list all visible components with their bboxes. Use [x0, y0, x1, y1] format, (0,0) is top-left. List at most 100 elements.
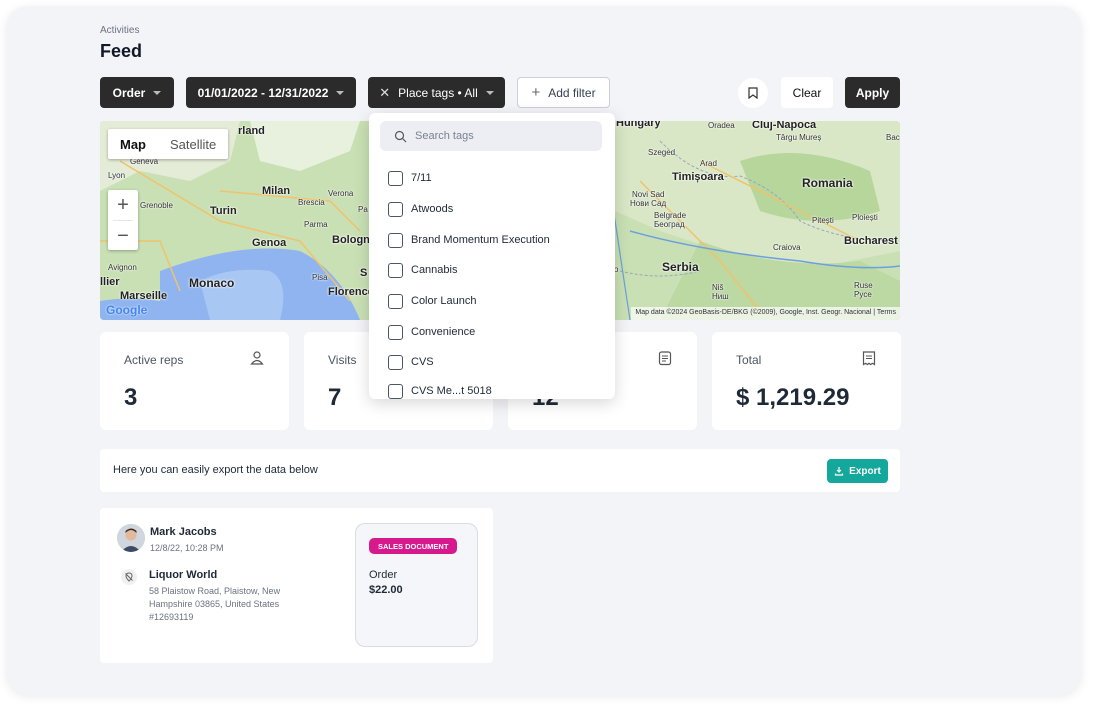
- map-label: Grenoble: [140, 201, 173, 210]
- zoom-out-button[interactable]: −: [108, 221, 138, 251]
- tag-option-label: Cannabis: [411, 264, 458, 276]
- place-tags-dropdown[interactable]: ✕ Place tags • All: [368, 77, 505, 108]
- map-type-map-button[interactable]: Map: [108, 129, 158, 159]
- stat-label: Active reps: [124, 353, 184, 367]
- stat-value: 7: [328, 384, 342, 411]
- tag-option-label: Atwoods: [411, 203, 454, 215]
- tag-option[interactable]: Brand Momentum Execution: [388, 230, 550, 250]
- map-label: Pyce: [854, 290, 872, 299]
- export-description: Here you can easily export the data belo…: [113, 464, 318, 476]
- tag-search-placeholder: Search tags: [415, 130, 474, 142]
- breadcrumb[interactable]: Activities: [100, 25, 139, 36]
- map-label: Florence: [328, 286, 374, 298]
- export-bar: Here you can easily export the data belo…: [100, 449, 900, 492]
- map-label: Timișoara: [672, 171, 724, 183]
- map-label: Београд: [654, 220, 685, 229]
- map-label: Hungary: [616, 121, 661, 129]
- map-label: Pa: [358, 205, 368, 214]
- checkbox[interactable]: [388, 354, 403, 370]
- tag-option[interactable]: Color Launch: [388, 291, 476, 311]
- map-label: Serbia: [662, 260, 699, 274]
- tag-option[interactable]: Cannabis: [388, 260, 457, 280]
- tag-option-label: Color Launch: [411, 295, 477, 307]
- zoom-in-button[interactable]: +: [108, 190, 138, 220]
- map-label: Belgrade: [654, 211, 687, 220]
- receipt-icon: [862, 351, 876, 366]
- map-label: Avignon: [108, 263, 137, 272]
- place-tags-menu: Search tags 7/11 Atwoods Brand Momentum …: [369, 113, 615, 399]
- map-label: Bac: [886, 133, 900, 142]
- map-label: Нови Сад: [630, 199, 667, 208]
- plus-icon: +: [531, 84, 541, 101]
- tag-option[interactable]: CVS Me...t 5018: [388, 381, 492, 399]
- place-name[interactable]: Liquor World: [149, 569, 217, 581]
- tag-search-input[interactable]: Search tags: [380, 121, 602, 151]
- map-label: Novi Sad: [632, 190, 665, 199]
- tag-option-label: 7/11: [411, 172, 432, 184]
- stat-value: 3: [124, 384, 138, 411]
- page-title: Feed: [100, 41, 143, 61]
- close-icon[interactable]: ✕: [379, 85, 390, 101]
- map-label: Romania: [802, 176, 853, 190]
- checkbox[interactable]: [388, 170, 403, 186]
- map-label: Arad: [700, 159, 717, 168]
- map-label: Oradea: [708, 121, 735, 130]
- download-icon: [835, 467, 844, 476]
- stat-card-total: Total $ 1,219.29: [712, 332, 901, 430]
- checkbox[interactable]: [388, 324, 403, 340]
- map-label: Craiova: [773, 243, 801, 252]
- date-range-dropdown[interactable]: 01/01/2022 - 12/31/2022: [186, 77, 356, 108]
- clipboard-icon: [658, 351, 672, 366]
- map-label: Monaco: [189, 276, 235, 290]
- tag-option-label: CVS: [411, 356, 434, 368]
- checkbox[interactable]: [388, 232, 403, 248]
- place-tags-label: Place tags • All: [398, 85, 478, 100]
- tag-option[interactable]: 7/11: [388, 168, 432, 188]
- tag-option[interactable]: CVS: [388, 352, 434, 372]
- map-type-satellite-button[interactable]: Satellite: [158, 129, 228, 159]
- tag-option-label: CVS Me...t 5018: [411, 385, 492, 397]
- document-type: Order: [369, 569, 398, 581]
- map-type-control: Map Satellite: [108, 129, 229, 159]
- place-address: 58 Plaistow Road, Plaistow, New Hampshir…: [149, 586, 281, 609]
- map-label: Niš: [712, 283, 724, 292]
- place-reference: #12693119: [149, 612, 194, 622]
- map-label: Turin: [210, 205, 237, 217]
- checkbox[interactable]: [388, 201, 403, 217]
- order-dropdown[interactable]: Order: [100, 77, 174, 108]
- map-label: Ниш: [712, 292, 729, 301]
- map-label: rland: [238, 125, 265, 137]
- add-filter-button[interactable]: + Add filter: [517, 77, 610, 108]
- map-attribution[interactable]: Map data ©2024 GeoBasis-DE/BKG (©2009), …: [631, 307, 900, 320]
- map-label: Verona: [328, 189, 354, 198]
- checkbox[interactable]: [388, 262, 403, 278]
- document-amount: $22.00: [369, 584, 403, 596]
- stat-label: Total: [736, 353, 762, 367]
- sales-document-card[interactable]: SALES DOCUMENT Order $22.00: [355, 523, 478, 647]
- chevron-down-icon: [153, 90, 162, 95]
- zoom-control: + −: [108, 190, 138, 250]
- bookmark-button[interactable]: [738, 78, 768, 108]
- chevron-down-icon: [336, 90, 345, 95]
- export-button-label: Export: [849, 465, 881, 477]
- map-label: Parma: [304, 220, 328, 229]
- tag-option[interactable]: Convenience: [388, 322, 475, 342]
- order-dropdown-label: Order: [112, 85, 146, 100]
- map-label: Lyon: [108, 171, 126, 180]
- checkbox[interactable]: [388, 383, 403, 399]
- map-label: Bologn: [332, 234, 370, 246]
- export-button[interactable]: Export: [827, 459, 888, 483]
- clear-button[interactable]: Clear: [781, 77, 833, 108]
- stat-label: Visits: [328, 353, 357, 367]
- status-badge: SALES DOCUMENT: [369, 538, 458, 554]
- tag-option[interactable]: Atwoods: [388, 199, 453, 219]
- map-label: llier: [100, 276, 120, 288]
- map-label: Pitești: [812, 216, 834, 225]
- map-label: Marseille: [120, 290, 168, 302]
- google-logo: Google: [106, 303, 148, 317]
- checkbox[interactable]: [388, 293, 403, 309]
- stat-card-active-reps: Active reps 3: [100, 332, 289, 430]
- map-label: Ploiești: [852, 213, 878, 222]
- apply-button[interactable]: Apply: [845, 77, 900, 108]
- location-pin-icon: [121, 569, 137, 585]
